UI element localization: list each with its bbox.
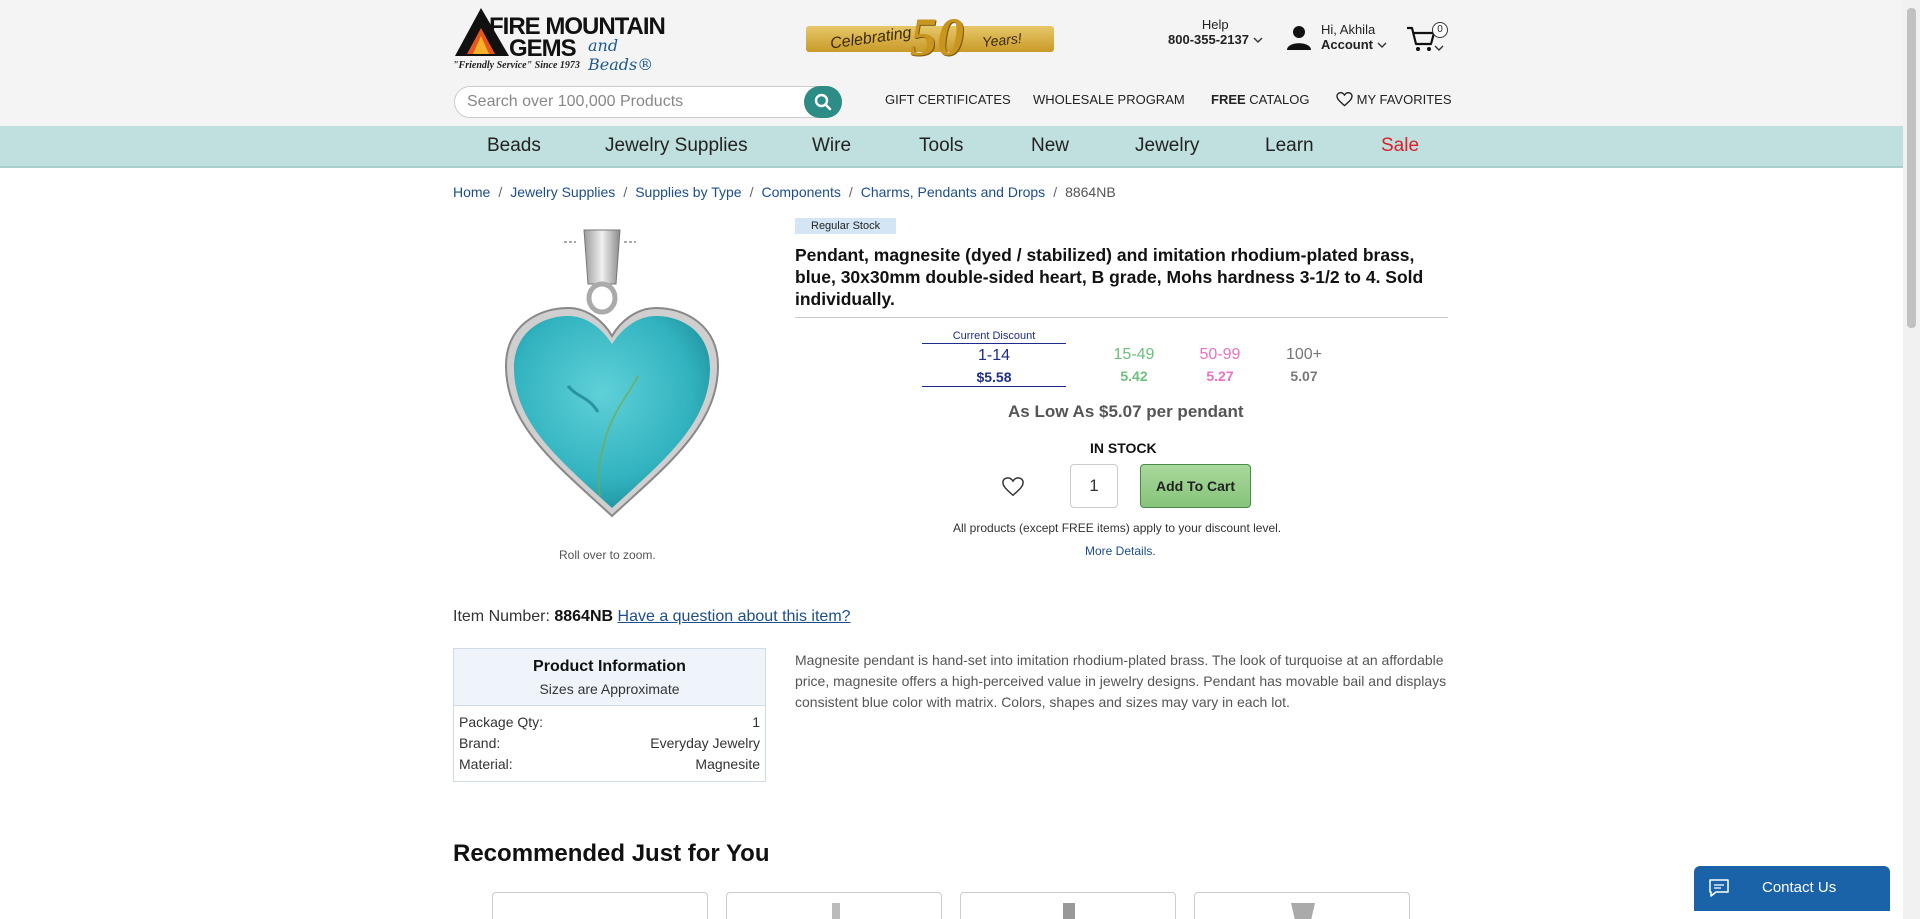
recommended-card[interactable] <box>726 892 942 919</box>
current-discount-label: Current Discount <box>922 330 1066 344</box>
product-info-box: Product Information Sizes are Approximat… <box>453 648 766 782</box>
recommended-heading: Recommended Just for You <box>453 840 770 867</box>
product-title: Pendant, magnesite (dyed / stabilized) a… <box>795 245 1424 309</box>
site-logo[interactable]: FIRE MOUNTAIN GEMS and Beads® "Friendly … <box>453 6 683 74</box>
product-info-header: Product Information Sizes are Approximat… <box>454 649 765 706</box>
zoom-hint: Roll over to zoom. <box>559 548 656 562</box>
price-tier-price: 5.07 <box>1290 368 1318 384</box>
scrollbar-thumb[interactable] <box>1907 8 1916 328</box>
site-header: FIRE MOUNTAIN GEMS and Beads® "Friendly … <box>0 0 1903 126</box>
stock-type-badge: Regular Stock <box>795 218 897 234</box>
my-favorites-label: MY FAVORITES <box>1356 92 1452 107</box>
breadcrumb-current: 8864NB <box>1065 184 1116 200</box>
info-row-value: 1 <box>752 714 760 730</box>
discount-note: All products (except FREE items) apply t… <box>953 521 1282 535</box>
chevron-down-icon <box>1377 42 1387 48</box>
logo-tagline: "Friendly Service" Since 1973 <box>453 60 580 71</box>
heart-icon <box>1336 91 1353 107</box>
product-thumbnail <box>1063 903 1075 919</box>
breadcrumb-supplies-by-type[interactable]: Supplies by Type <box>635 184 741 200</box>
recommended-card[interactable] <box>492 892 708 919</box>
anniversary-badge: Celebrating 50 Years! <box>806 7 1056 67</box>
cart-count-badge: 0 <box>1432 22 1448 38</box>
lowest-price-text: As Low As $5.07 per pendant <box>1008 402 1244 421</box>
price-tier-qty: 100+ <box>1285 346 1323 363</box>
product-thumbnail <box>832 903 840 919</box>
page-scrollbar[interactable] <box>1903 0 1920 919</box>
info-row-label: Package Qty: <box>459 714 544 730</box>
nav-item-learn[interactable]: Learn <box>1265 135 1314 157</box>
user-icon <box>1287 26 1311 50</box>
breadcrumb: Home / Jewelry Supplies / Supplies by Type / C… <box>453 184 1116 200</box>
info-row-package-qty: Package Qty: 1 <box>459 714 760 730</box>
chevron-down-icon <box>1253 37 1263 43</box>
price-tier: 100+ 5.07 <box>1232 346 1376 384</box>
breadcrumb-components[interactable]: Components <box>761 184 840 200</box>
search-input[interactable] <box>465 92 789 112</box>
logo-beads-text: and Beads® <box>588 36 654 74</box>
item-number-value: 8864NB <box>554 608 614 625</box>
info-row-material: Material: Magnesite <box>459 756 760 772</box>
product-info-subtitle: Sizes are Approximate <box>539 681 680 697</box>
chat-icon <box>1709 879 1729 897</box>
nav-item-new[interactable]: New <box>1031 135 1069 157</box>
nav-item-beads[interactable]: Beads <box>487 135 541 157</box>
item-number-label: Item Number: <box>453 608 555 625</box>
breadcrumb-charms[interactable]: Charms, Pendants and Drops <box>861 184 1045 200</box>
info-row-value: Everyday Jewelry <box>650 735 760 751</box>
item-number-line: Item Number: 8864NB Have a question abou… <box>453 608 851 626</box>
product-description: Magnesite pendant is hand-set into imita… <box>795 652 1447 710</box>
page: FIRE MOUNTAIN GEMS and Beads® "Friendly … <box>0 0 1903 919</box>
info-row-label: Material: <box>459 756 513 772</box>
price-tier-qty: 1-14 <box>977 347 1011 364</box>
contact-us-label: Contact Us <box>1762 879 1837 896</box>
anniversary-number: 50 <box>910 7 964 67</box>
info-row-value: Magnesite <box>695 756 760 772</box>
more-details-link[interactable]: More Details. <box>1085 544 1156 558</box>
info-row-brand: Brand: Everyday Jewelry <box>459 735 760 751</box>
chevron-down-icon <box>1434 45 1444 51</box>
account-greeting: Hi, Akhila <box>1321 22 1376 37</box>
divider <box>795 317 1448 318</box>
free-catalog-link[interactable]: FREE CATALOG <box>1211 92 1309 107</box>
product-thumbnail <box>1291 903 1315 919</box>
account-label: Account <box>1321 37 1373 52</box>
nav-item-jewelry-supplies[interactable]: Jewelry Supplies <box>605 135 748 157</box>
my-favorites-link[interactable]: MY FAVORITES <box>1336 91 1452 107</box>
free-catalog-free: FREE <box>1211 92 1246 107</box>
help-label: Help <box>1201 17 1229 32</box>
search-bar <box>454 86 842 118</box>
gift-certificates-link[interactable]: GIFT CERTIFICATES <box>885 92 1011 107</box>
nav-item-tools[interactable]: Tools <box>919 135 963 157</box>
breadcrumb-home[interactable]: Home <box>453 184 490 200</box>
contact-us-button[interactable]: Contact Us <box>1694 866 1890 911</box>
quantity-input[interactable] <box>1070 464 1118 508</box>
search-icon <box>814 93 832 111</box>
search-button[interactable] <box>804 86 842 118</box>
recommended-card[interactable] <box>960 892 1176 919</box>
nav-item-sale[interactable]: Sale <box>1381 135 1419 157</box>
cart-button[interactable]: 0 <box>1406 22 1448 54</box>
wholesale-program-link[interactable]: WHOLESALE PROGRAM <box>1033 92 1185 107</box>
add-to-favorites-heart-icon[interactable] <box>1002 476 1024 498</box>
product-image[interactable] <box>488 226 733 526</box>
stock-status: IN STOCK <box>1090 440 1157 456</box>
info-row-label: Brand: <box>459 735 501 751</box>
recommended-card[interactable] <box>1194 892 1410 919</box>
ask-question-link[interactable]: Have a question about this item? <box>618 608 851 625</box>
help-phone: 800-355-2137 <box>1168 32 1249 47</box>
breadcrumb-jewelry-supplies[interactable]: Jewelry Supplies <box>510 184 615 200</box>
free-catalog-label: CATALOG <box>1245 92 1310 107</box>
nav-item-jewelry[interactable]: Jewelry <box>1135 135 1199 157</box>
help-menu[interactable]: Help 800-355-2137 <box>1168 17 1263 47</box>
price-tier-price: $5.58 <box>922 369 1066 387</box>
main-nav: Beads Jewelry Supplies Wire Tools New Je… <box>0 126 1903 168</box>
product-info-title: Product Information <box>533 658 686 675</box>
add-to-cart-button[interactable]: Add To Cart <box>1140 464 1251 508</box>
nav-item-wire[interactable]: Wire <box>812 135 851 157</box>
